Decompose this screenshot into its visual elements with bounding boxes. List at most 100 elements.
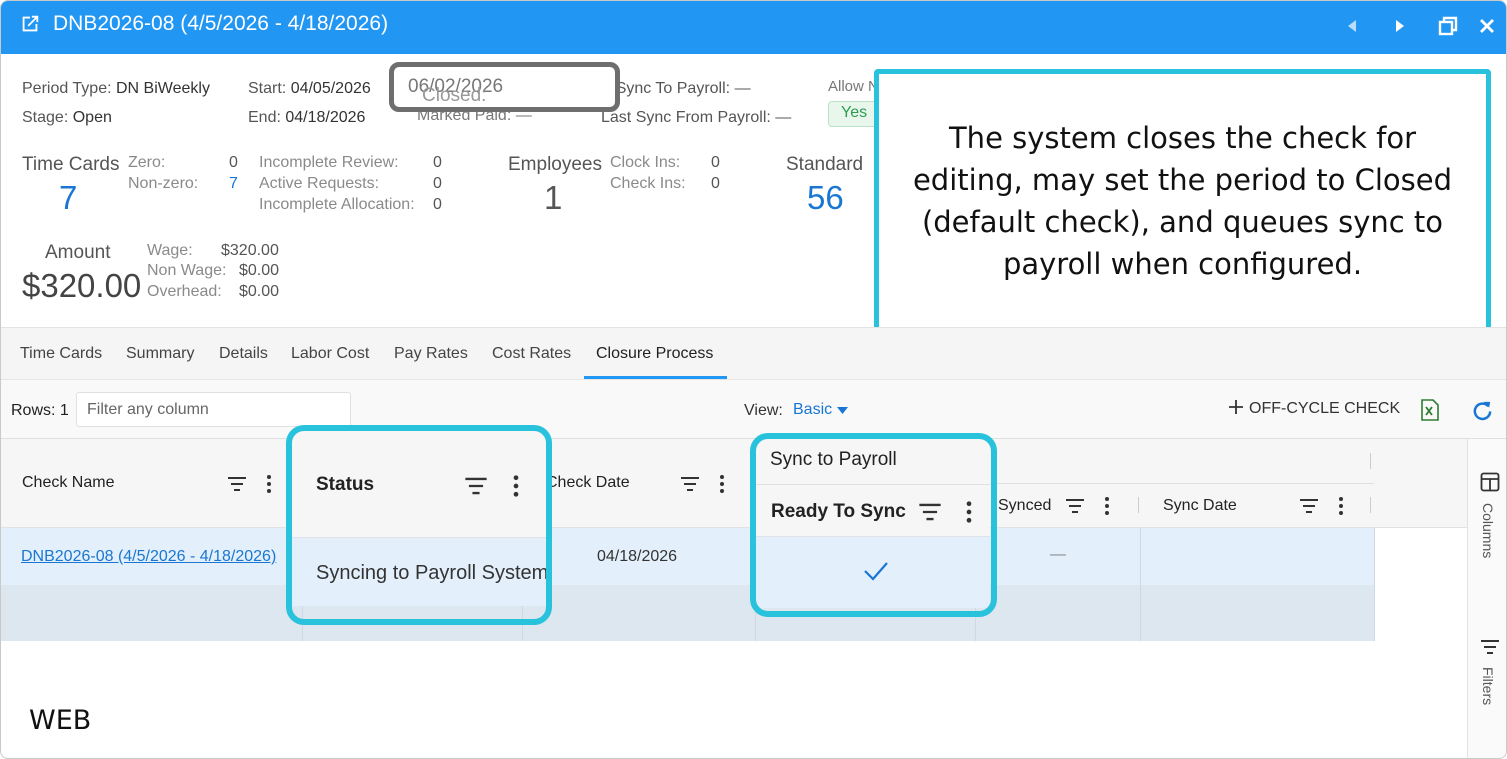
standard-label: Standard [786, 154, 864, 175]
view-value: Basic [793, 401, 833, 418]
active-requests-value: 0 [433, 175, 442, 192]
period-dialog: DNB2026-08 (4/5/2026 - 4/18/2026) Period… [0, 0, 1507, 759]
column-separator [1370, 453, 1371, 469]
overhead-value: $0.00 [239, 283, 280, 300]
column-header-check-date[interactable]: Check Date [546, 474, 630, 492]
sync-to-payroll-highlight [750, 433, 997, 617]
previous-button[interactable] [1337, 11, 1367, 41]
table-row-empty [1, 585, 1375, 641]
open-external-icon[interactable] [19, 13, 41, 35]
overhead-label: Overhead: [147, 283, 222, 300]
allow-label: Allow N [828, 78, 879, 95]
rows-count: Rows: 1 [11, 402, 69, 419]
zero-value: 0 [229, 154, 238, 171]
grid-toolbar: Rows: 1 View: Basic OFF-CYCLE CHECK [1, 379, 1506, 439]
tab-cost-rates[interactable]: Cost Rates [492, 345, 571, 363]
end-date: End: 04/18/2026 [248, 109, 366, 126]
period-type: Period Type: DN BiWeekly [22, 80, 210, 97]
column-separator [1370, 497, 1371, 513]
tab-pay-rates[interactable]: Pay Rates [394, 345, 468, 363]
zero-label: Zero: [128, 154, 166, 171]
off-cycle-check-button[interactable]: OFF-CYCLE CHECK [1229, 400, 1400, 418]
synced-cell: — [1050, 546, 1066, 563]
grid-header: Check Name Check Date Synced Sync Date [1, 439, 1467, 528]
nonzero-value[interactable]: 7 [229, 175, 238, 193]
restore-window-icon [1438, 16, 1458, 36]
window-title: DNB2026-08 (4/5/2026 - 4/18/2026) [53, 12, 389, 35]
title-bar: DNB2026-08 (4/5/2026 - 4/18/2026) [1, 1, 1506, 54]
closed-date: Closed: 06/02/2026 [408, 76, 504, 106]
view-select[interactable]: Basic [793, 401, 848, 419]
filter-icon[interactable] [226, 473, 248, 495]
allow-yes-badge: Yes [828, 101, 878, 127]
platform-label: WEB [29, 705, 92, 736]
restore-button[interactable] [1433, 11, 1463, 41]
incomplete-review-value: 0 [433, 154, 442, 171]
employees-label: Employees [508, 154, 602, 175]
annotation-callout: The system closes the check for editing,… [874, 69, 1491, 332]
column-separator [1138, 497, 1139, 513]
incomplete-allocation-label: Incomplete Allocation: [259, 196, 415, 213]
columns-icon[interactable] [1480, 472, 1500, 492]
last-sync-from-payroll: Last Sync From Payroll: — [601, 109, 792, 126]
clock-ins-label: Clock Ins: [610, 154, 681, 171]
column-header-synced[interactable]: Synced [998, 497, 1051, 515]
tab-labor-cost[interactable]: Labor Cost [291, 345, 369, 363]
non-wage-value: $0.00 [239, 262, 280, 279]
tab-details[interactable]: Details [219, 345, 268, 363]
wage-value: $320.00 [221, 242, 279, 259]
time-cards-label: Time Cards [22, 154, 120, 175]
filter-icon[interactable] [1064, 495, 1086, 517]
more-vert-icon[interactable] [258, 473, 280, 495]
more-vert-icon[interactable] [711, 473, 733, 495]
incomplete-allocation-value: 0 [433, 196, 442, 213]
plus-icon [1229, 400, 1243, 414]
callout-text: The system closes the check for editing,… [912, 120, 1453, 281]
stage: Stage: Open [22, 109, 112, 126]
check-name-link[interactable]: DNB2026-08 (4/5/2026 - 4/18/2026) [21, 548, 276, 566]
column-header-check-name[interactable]: Check Name [22, 474, 114, 492]
tab-summary[interactable]: Summary [126, 345, 194, 363]
columns-tab[interactable]: Columns [1480, 503, 1496, 558]
more-vert-icon[interactable] [1096, 495, 1118, 517]
filter-input[interactable] [76, 392, 351, 427]
active-requests-label: Active Requests: [259, 175, 380, 192]
off-cycle-label: OFF-CYCLE CHECK [1249, 400, 1401, 417]
employees-count: 1 [544, 179, 563, 216]
tab-time-cards[interactable]: Time Cards [20, 345, 102, 363]
more-vert-icon[interactable] [1330, 495, 1352, 517]
close-icon [1480, 19, 1494, 33]
close-button[interactable] [1472, 11, 1502, 41]
wage-label: Wage: [147, 242, 193, 259]
column-separator [1140, 528, 1141, 641]
incomplete-review-label: Incomplete Review: [259, 154, 399, 171]
time-cards-count[interactable]: 7 [59, 179, 77, 217]
view-label: View: [744, 402, 783, 419]
check-ins-value: 0 [711, 175, 720, 192]
column-header-sync-date[interactable]: Sync Date [1163, 497, 1237, 515]
check-date-cell: 04/18/2026 [597, 548, 678, 565]
filters-tab[interactable]: Filters [1480, 667, 1496, 705]
status-highlight [286, 425, 552, 625]
nonzero-label: Non-zero: [128, 175, 199, 192]
tab-bar: Time Cards Summary Details Labor Cost Pa… [1, 327, 1506, 380]
filter-icon[interactable] [1480, 638, 1500, 656]
non-wage-label: Non Wage: [147, 262, 227, 279]
amount-value: $320.00 [22, 267, 142, 304]
amount-label: Amount [45, 242, 111, 263]
column-separator [1374, 528, 1375, 641]
closed-date-highlight: Closed: 06/02/2026 [389, 62, 620, 112]
refresh-icon[interactable] [1471, 399, 1494, 422]
start-date: Start: 04/05/2026 [248, 80, 371, 97]
standard-count[interactable]: 56 [807, 179, 844, 217]
filter-icon[interactable] [679, 473, 701, 495]
clock-ins-value: 0 [711, 154, 720, 171]
caret-left-icon [1348, 20, 1356, 32]
tab-closure-process[interactable]: Closure Process [596, 345, 713, 363]
excel-export-icon[interactable] [1420, 399, 1440, 421]
next-button[interactable] [1385, 11, 1415, 41]
filter-icon[interactable] [1298, 495, 1320, 517]
caret-down-icon [836, 407, 848, 414]
caret-right-icon [1396, 20, 1404, 32]
grid-side-panel: Columns Filters [1467, 439, 1506, 758]
